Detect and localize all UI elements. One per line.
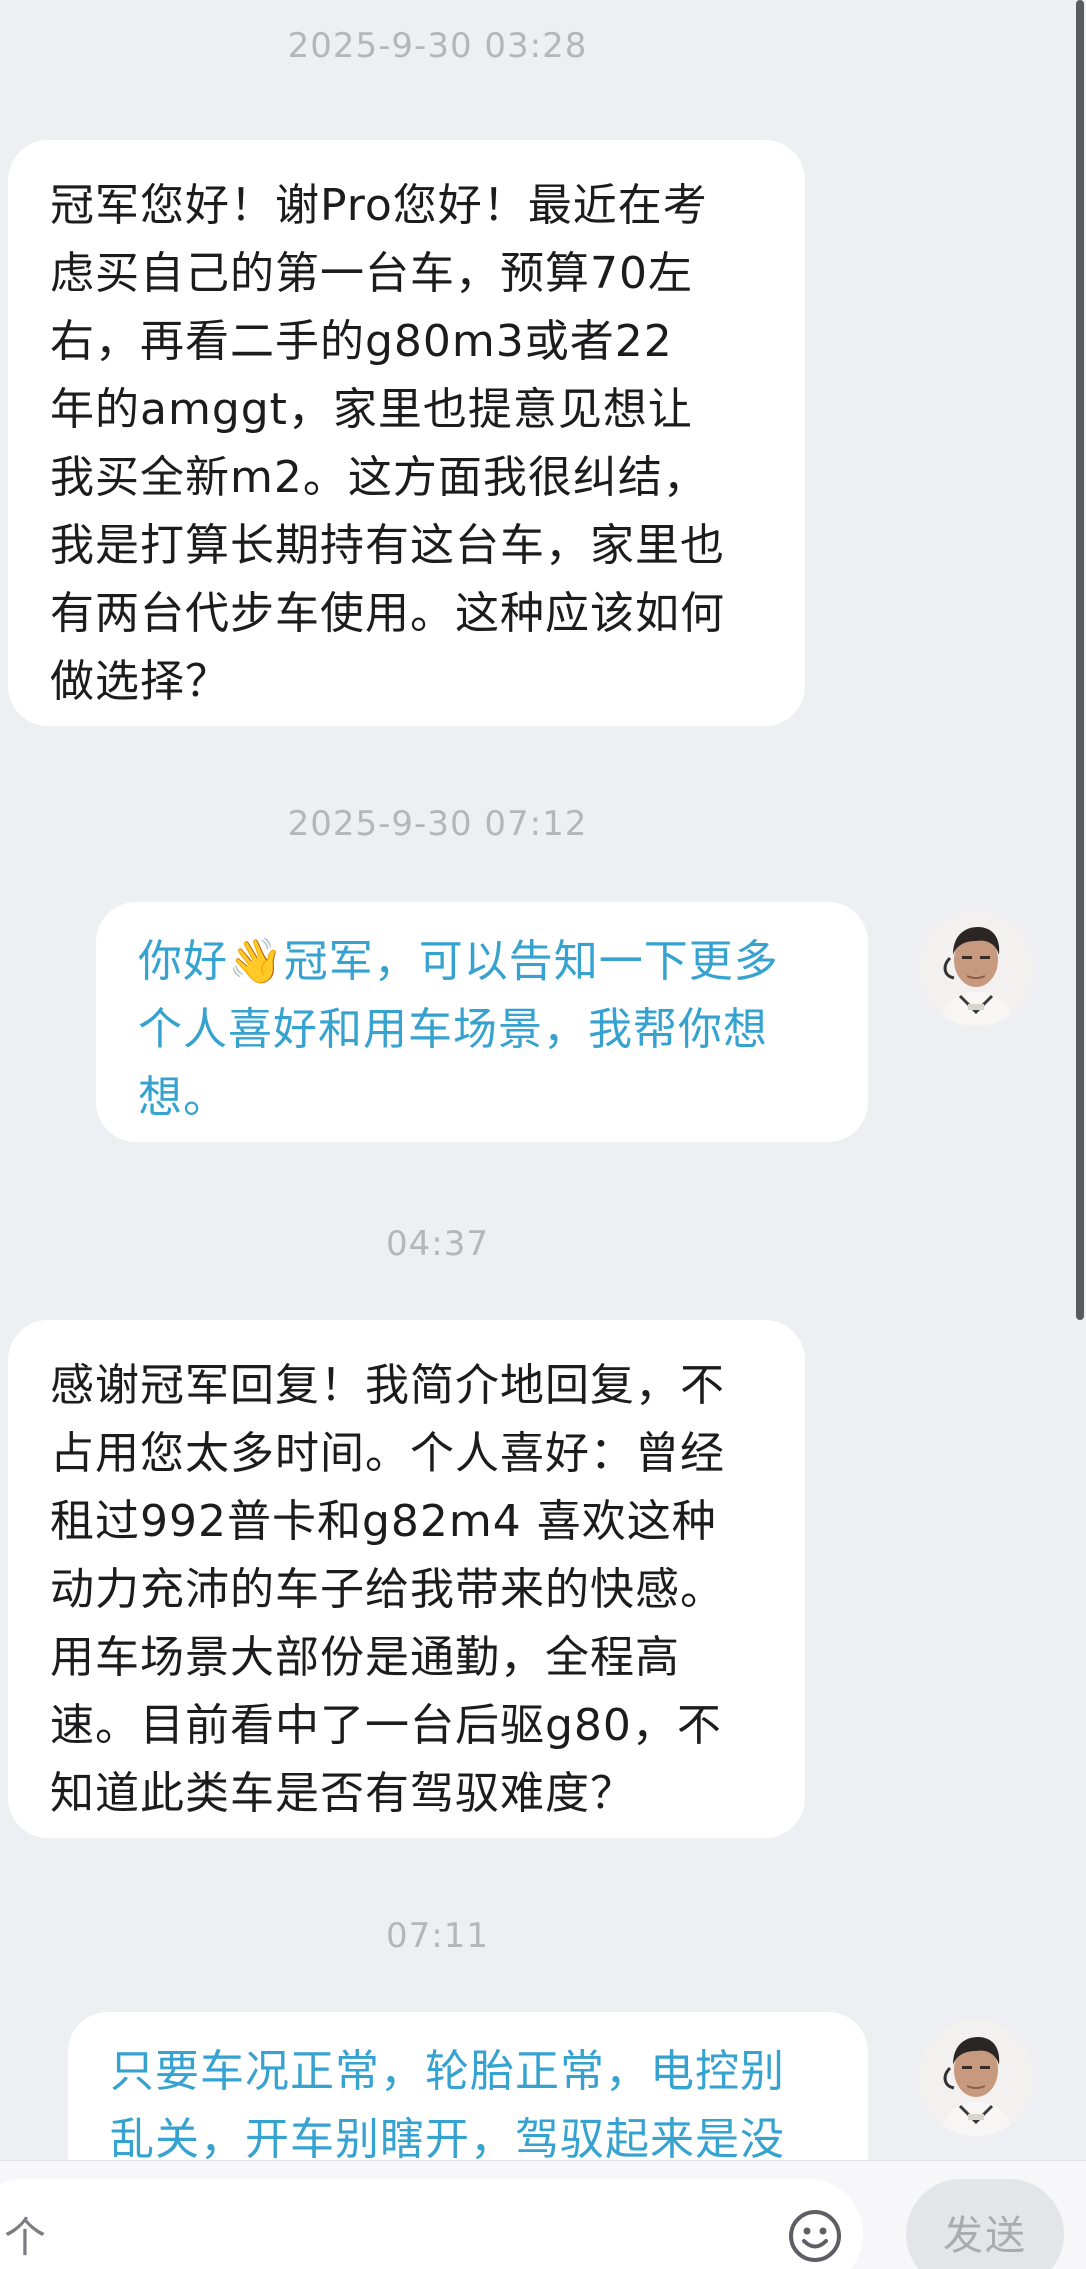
message-text-line: 我是打算长期持有这台车，家里也	[50, 520, 725, 571]
profile-photo-icon	[918, 2020, 1034, 2136]
message-timestamp: 04:37	[386, 1224, 489, 1264]
message-text-line: 用车场景大部份是通勤，全程高	[50, 1632, 680, 1683]
received-message-bubble[interactable]: 感谢冠军回复！我简介地回复，不 占用您太多时间。个人喜好：曾经 租过992普卡和…	[8, 1320, 805, 1838]
message-text-line: 年的amggt，家里也提意见想让	[50, 384, 693, 435]
scrollbar[interactable]	[1076, 0, 1084, 1320]
avatar[interactable]	[918, 910, 1034, 1026]
message-text-line: 个人喜好和用车场景，我帮你想	[138, 1004, 768, 1055]
profile-photo-icon	[918, 910, 1034, 1026]
message-text-line: 只要车况正常，轮胎正常，电控别	[110, 2046, 785, 2097]
send-button[interactable]: 发送	[906, 2179, 1064, 2269]
message-timestamp: 07:11	[386, 1916, 489, 1956]
message-text-line: 速。目前看中了一台后驱g80，不	[50, 1700, 722, 1751]
message-text-line: 我买全新m2。这方面我很纠结，	[50, 452, 708, 503]
message-text-line: 感谢冠军回复！我简介地回复，不	[50, 1360, 725, 1411]
message-text-line: 你好👋冠军，可以告知一下更多	[138, 936, 779, 987]
message-text-line: 租过992普卡和g82m4 喜欢这种	[50, 1496, 717, 1547]
message-text-line: 知道此类车是否有驾驭难度？	[50, 1768, 635, 1819]
sent-message-bubble[interactable]: 你好👋冠军，可以告知一下更多 个人喜好和用车场景，我帮你想 想。	[96, 902, 868, 1142]
received-message-bubble[interactable]: 冠军您好！谢Pro您好！最近在考 虑买自己的第一台车，预算70左 右，再看二手的…	[8, 140, 805, 726]
message-text-line: 占用您太多时间。个人喜好：曾经	[50, 1428, 725, 1479]
message-timestamp: 2025-9-30 03:28	[287, 26, 588, 66]
message-text-line: 动力充沛的车子给我带来的快感。	[50, 1564, 725, 1615]
message-text-line: 冠军您好！谢Pro您好！最近在考	[50, 180, 708, 231]
chat-screen: 2025-9-30 03:28 冠军您好！谢Pro您好！最近在考 虑买自己的第一…	[0, 0, 1086, 2269]
message-text-line: 做选择？	[50, 656, 230, 707]
message-text-line: 有两台代步车使用。这种应该如何	[50, 588, 725, 639]
message-timestamp: 2025-9-30 07:12	[287, 804, 588, 844]
avatar[interactable]	[918, 2020, 1034, 2136]
message-text-line: 右，再看二手的g80m3或者22	[50, 316, 673, 367]
message-text-line: 想。	[138, 1072, 228, 1123]
emoji-face-icon[interactable]	[787, 2208, 843, 2264]
input-bar: 发送	[0, 2160, 1086, 2269]
message-text-line: 虑买自己的第一台车，预算70左	[50, 248, 693, 299]
message-input[interactable]	[0, 2179, 863, 2269]
